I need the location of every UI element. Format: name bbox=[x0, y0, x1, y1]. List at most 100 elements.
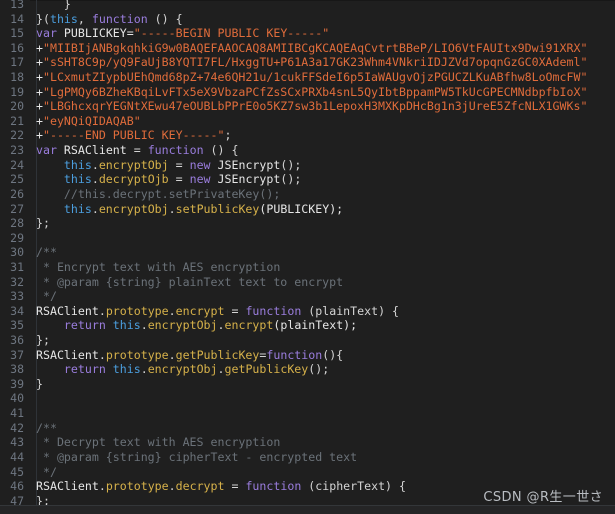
code-line[interactable]: 13 } bbox=[0, 0, 615, 12]
line-text[interactable]: return this.encryptObj.encrypt(plainText… bbox=[30, 318, 615, 333]
code-line[interactable]: 15 var PUBLICKEY="-----BEGIN PUBLIC KEY--… bbox=[0, 26, 615, 41]
code-line[interactable]: 27 this.encryptObj.setPublicKey(PUBLICKE… bbox=[0, 201, 615, 217]
code-line[interactable]: 28}; bbox=[0, 216, 615, 231]
code-line[interactable]: 21 +"eyNQiQIDAQAB" bbox=[0, 113, 615, 129]
line-number: 35 bbox=[0, 318, 30, 334]
code-token: (PUBLICKEY); bbox=[259, 201, 344, 216]
line-text[interactable]: return this.encryptObj.getPublicKey(); bbox=[30, 362, 615, 377]
code-line[interactable]: 18 +"LCxmutZIypbUEhQmd68pZ+74e6QH21u/1cuk… bbox=[0, 70, 615, 85]
code-line[interactable]: 34 RSAClient.prototype.encrypt = function… bbox=[0, 303, 615, 319]
code-line[interactable]: 14}(this, function () { bbox=[0, 11, 615, 27]
code-token: } bbox=[36, 376, 43, 391]
line-number: 23 bbox=[0, 143, 30, 158]
code-token: () { bbox=[147, 11, 183, 26]
code-line[interactable]: 23 var RSAClient = function () { bbox=[0, 143, 615, 158]
line-text[interactable]: +"MIIBIjANBgkqhkiG9w0BAQEFAAOCAQ8AMIIBCg… bbox=[30, 41, 615, 56]
line-text[interactable]: * @param {string} plainText text to encr… bbox=[30, 275, 615, 290]
line-text[interactable]: RSAClient.prototype.encrypt = function (… bbox=[30, 304, 615, 319]
line-text[interactable]: }; bbox=[30, 333, 615, 348]
line-text[interactable]: +"sSHT8C9p/yQ9FaUjB8YQTI7FL/HxggTU+P61A3… bbox=[30, 55, 615, 70]
code-line[interactable]: 45 */ bbox=[0, 464, 615, 480]
code-line[interactable]: 38 return this.encryptObj.getPublicKey()… bbox=[0, 362, 615, 377]
code-token: /** bbox=[36, 245, 57, 260]
line-text[interactable]: this.decryptOjb = new JSEncrypt(); bbox=[30, 172, 615, 187]
line-text[interactable] bbox=[30, 231, 615, 246]
code-line[interactable]: 19 +"LgPMQy6BZheKBqiLvFTx5eX9VbzaPCfZsSCx… bbox=[0, 84, 615, 100]
code-token: prototype bbox=[105, 479, 169, 494]
code-token: JSEncrypt bbox=[217, 157, 281, 172]
line-text[interactable]: +"LCxmutZIypbUEhQmd68pZ+74e6QH21u/1cukFF… bbox=[30, 70, 615, 85]
code-line[interactable]: 25 this.decryptOjb = new JSEncrypt(); bbox=[0, 172, 615, 187]
code-line[interactable]: 16 +"MIIBIjANBgkqhkiG9w0BAQEFAAOCAQ8AMIIB… bbox=[0, 40, 615, 56]
code-line[interactable]: 32 * @param {string} plainText text to e… bbox=[0, 274, 615, 290]
line-text[interactable]: /** bbox=[30, 245, 615, 260]
code-token: function bbox=[147, 143, 204, 158]
code-line[interactable]: 43 * Decrypt text with AES encryption bbox=[0, 435, 615, 450]
code-token: = bbox=[133, 143, 141, 158]
line-text[interactable]: * @param {string} cipherText - encrypted… bbox=[30, 450, 615, 465]
code-line[interactable]: 41 bbox=[0, 406, 615, 421]
code-line[interactable]: 30 /** bbox=[0, 245, 615, 260]
code-line[interactable]: 20 +"LBGhcxqrYEGNtXEwu47eOUBLbPPrE0o5KZ7s… bbox=[0, 99, 615, 114]
line-text[interactable]: /** bbox=[30, 421, 615, 436]
line-text[interactable]: */ bbox=[30, 289, 615, 304]
line-text[interactable]: var PUBLICKEY="-----BEGIN PUBLIC KEY----… bbox=[30, 26, 615, 41]
line-text[interactable]: this.encryptObj = new JSEncrypt(); bbox=[30, 158, 615, 173]
code-line[interactable]: 35 return this.encryptObj.encrypt(plainT… bbox=[0, 318, 615, 334]
code-line[interactable]: 22 +"-----END PUBLIC KEY-----"; bbox=[0, 128, 615, 144]
line-text[interactable] bbox=[30, 406, 615, 421]
code-token: (cipherText) { bbox=[301, 479, 406, 494]
line-number: 40 bbox=[0, 391, 30, 407]
line-text[interactable]: }; bbox=[30, 216, 615, 231]
code-token: }; bbox=[36, 216, 50, 231]
code-line[interactable]: 37 RSAClient.prototype.getPublicKey=funct… bbox=[0, 347, 615, 363]
code-token: this bbox=[112, 362, 141, 377]
code-token: (plainText); bbox=[273, 318, 358, 333]
line-text[interactable]: } bbox=[30, 0, 615, 12]
line-text[interactable]: this.encryptObj.setPublicKey(PUBLICKEY); bbox=[30, 202, 615, 217]
code-line[interactable]: 33 */ bbox=[0, 289, 615, 304]
code-line[interactable]: 46 RSAClient.prototype.decrypt = function… bbox=[0, 479, 615, 494]
code-line[interactable]: 29 bbox=[0, 230, 615, 246]
code-line[interactable]: 44 * @param {string} cipherText - encryp… bbox=[0, 449, 615, 465]
code-line[interactable]: 40 bbox=[0, 391, 615, 407]
code-line[interactable]: 36}; bbox=[0, 333, 615, 348]
line-text[interactable]: +"LgPMQy6BZheKBqiLvFTx5eX9VbzaPCfZsSCxPR… bbox=[30, 85, 615, 100]
code-content[interactable]: 13 } 14}(this, function () {15 var PUBLICK… bbox=[0, 0, 615, 514]
code-line[interactable]: 26 //this.decrypt.setPrivateKey(); bbox=[0, 186, 615, 202]
code-line[interactable]: 42 /** bbox=[0, 420, 615, 436]
line-number: 32 bbox=[0, 274, 30, 290]
line-text[interactable]: //this.decrypt.setPrivateKey(); bbox=[30, 187, 615, 202]
code-token: function bbox=[245, 303, 302, 318]
line-number: 24 bbox=[0, 157, 30, 173]
line-text[interactable]: }(this, function () { bbox=[30, 12, 615, 27]
line-text[interactable]: var RSAClient = function () { bbox=[30, 143, 615, 158]
code-token: encrypt bbox=[175, 303, 225, 318]
code-line[interactable]: 31 * Encrypt text with AES encryption bbox=[0, 259, 615, 275]
code-token: * @param {string} plainText text to encr… bbox=[36, 274, 344, 289]
line-text[interactable] bbox=[30, 391, 615, 406]
code-token: prototype bbox=[105, 347, 169, 362]
line-text[interactable]: +"-----END PUBLIC KEY-----"; bbox=[30, 128, 615, 143]
line-text[interactable]: } bbox=[30, 377, 615, 392]
line-text[interactable]: * Decrypt text with AES encryption bbox=[30, 435, 615, 450]
code-token: encryptObj bbox=[147, 318, 218, 333]
line-number: 43 bbox=[0, 435, 30, 450]
line-number: 18 bbox=[0, 70, 30, 85]
code-token: . bbox=[140, 362, 148, 377]
line-number: 17 bbox=[0, 55, 30, 71]
code-editor[interactable]: 13 } 14}(this, function () {15 var PUBLICK… bbox=[0, 0, 615, 514]
line-text[interactable]: * Encrypt text with AES encryption bbox=[30, 260, 615, 275]
code-token: . bbox=[91, 201, 99, 216]
code-line[interactable]: 24 this.encryptObj = new JSEncrypt(); bbox=[0, 157, 615, 173]
line-text[interactable]: +"LBGhcxqrYEGNtXEwu47eOUBLbPPrE0o5KZ7sw3… bbox=[30, 99, 615, 114]
code-line[interactable]: 39} bbox=[0, 376, 615, 392]
line-text[interactable]: +"eyNQiQIDAQAB" bbox=[30, 114, 615, 129]
code-line[interactable]: 17 +"sSHT8C9p/yQ9FaUjB8YQTI7FL/HxggTU+P61… bbox=[0, 55, 615, 71]
line-text[interactable]: RSAClient.prototype.decrypt = function (… bbox=[30, 479, 615, 494]
line-text[interactable]: */ bbox=[30, 465, 615, 480]
code-token: + bbox=[36, 99, 43, 114]
line-text[interactable]: RSAClient.prototype.getPublicKey=functio… bbox=[30, 348, 615, 363]
code-token: . bbox=[98, 303, 106, 318]
